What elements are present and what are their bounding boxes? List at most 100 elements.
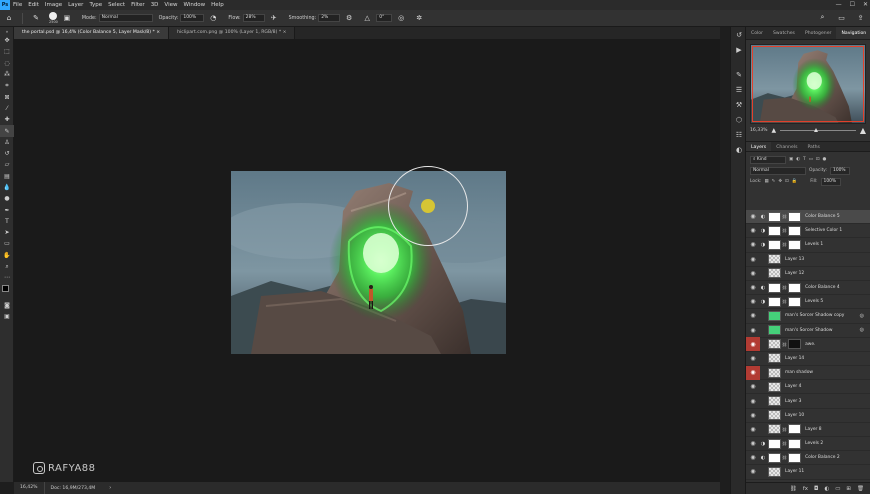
layer-thumbnail[interactable]: [768, 452, 781, 463]
adjustment-layer-icon[interactable]: ◐: [824, 486, 829, 492]
eyedropper-tool-icon[interactable]: ⁄: [0, 103, 14, 114]
visibility-eye-icon[interactable]: ◉: [746, 351, 760, 365]
lock-artboard-icon[interactable]: ⊡: [785, 179, 789, 184]
layer-name[interactable]: Color Balance 5: [805, 214, 840, 219]
marquee-tool-icon[interactable]: ⬚: [0, 46, 14, 57]
status-zoom[interactable]: 16,42%: [14, 482, 45, 494]
layer-thumbnail[interactable]: [768, 268, 781, 279]
filter-adjustment-icon[interactable]: ◐: [796, 157, 800, 162]
mask-link-icon[interactable]: ⛓: [782, 455, 787, 460]
panel-tab-swatches[interactable]: Swatches: [768, 27, 800, 39]
mask-link-icon[interactable]: ⛓: [782, 441, 787, 446]
layer-effects-icon[interactable]: ◎: [860, 313, 864, 319]
fill-field[interactable]: 100%: [820, 177, 841, 186]
blur-tool-icon[interactable]: 💧: [0, 182, 14, 193]
menu-item-help[interactable]: Help: [208, 0, 227, 10]
layer-thumbnail[interactable]: [768, 282, 781, 293]
layer-name[interactable]: Selective Color 1: [805, 228, 842, 233]
layer-name[interactable]: Levels 5: [805, 299, 823, 304]
layer-row[interactable]: ◉ Layer 14: [746, 351, 870, 367]
filter-toggle-icon[interactable]: ●: [823, 157, 827, 162]
workspace-icon[interactable]: ▭: [836, 12, 847, 23]
layer-row[interactable]: ◉ ◐ ⛓ Color Balance 2: [746, 451, 870, 466]
layer-mask-thumbnail[interactable]: [788, 225, 802, 236]
layers-tab-channels[interactable]: Channels: [771, 142, 802, 151]
panel-tab-navigation[interactable]: Navigation: [836, 27, 870, 39]
3d-panel-icon[interactable]: ⬡: [731, 112, 747, 127]
layer-thumbnail[interactable]: [768, 438, 781, 449]
layer-name[interactable]: Layer 4: [785, 384, 801, 389]
color-swatches[interactable]: [0, 284, 14, 300]
layer-name[interactable]: Color Balance 4: [805, 285, 840, 290]
layer-row[interactable]: ◉ man's Sorcer Shadow copy ◎: [746, 309, 870, 324]
delete-layer-icon[interactable]: 🗑: [857, 486, 864, 492]
brush-settings-icon[interactable]: ▣: [61, 12, 73, 24]
history-panel-icon[interactable]: ↺: [731, 27, 747, 42]
layer-mask-thumbnail[interactable]: [788, 296, 802, 307]
layer-name[interactable]: man's Sorcer Shadow copy: [785, 313, 844, 318]
gradient-tool-icon[interactable]: ▤: [0, 171, 14, 182]
dodge-tool-icon[interactable]: ●: [0, 193, 14, 204]
properties-panel-icon[interactable]: ☷: [731, 127, 747, 142]
layer-row[interactable]: ◉ man shadow: [746, 365, 870, 381]
layer-name[interactable]: Levels 2: [805, 441, 823, 446]
stamp-tool-icon[interactable]: ♙: [0, 137, 14, 148]
pressure-opacity-icon[interactable]: ◔: [207, 12, 219, 24]
brush-preset-picker[interactable]: 2500: [45, 12, 58, 24]
layer-thumbnail[interactable]: [768, 254, 781, 265]
layer-thumbnail[interactable]: [768, 239, 781, 250]
layer-thumbnail[interactable]: [768, 381, 781, 392]
layer-name[interactable]: Levels 1: [805, 242, 823, 247]
layer-name[interactable]: Layer 13: [785, 257, 804, 262]
quick-select-tool-icon[interactable]: ⁂: [0, 69, 14, 80]
layer-thumbnail[interactable]: [768, 367, 781, 378]
layer-row[interactable]: ◉ ◑ ⛓ Levels 2: [746, 437, 870, 452]
canvas-area[interactable]: [14, 39, 720, 482]
blend-mode-select[interactable]: Normal: [750, 166, 806, 175]
home-icon[interactable]: ⌂: [3, 12, 15, 24]
lock-all-icon[interactable]: 🔒: [792, 179, 797, 184]
visibility-eye-icon[interactable]: ◉: [746, 437, 760, 451]
visibility-eye-icon[interactable]: ◉: [746, 309, 760, 323]
layer-name[interactable]: man's Sorcer Shadow: [785, 328, 832, 333]
layer-mask-thumbnail[interactable]: [788, 438, 802, 449]
lock-transparent-icon[interactable]: ▦: [765, 179, 769, 184]
visibility-eye-icon[interactable]: ◉: [746, 337, 760, 352]
group-icon[interactable]: ▭: [835, 486, 840, 492]
add-mask-icon[interactable]: ◘: [814, 486, 818, 492]
menu-item-select[interactable]: Select: [105, 0, 128, 10]
smoothing-gear-icon[interactable]: ⚙: [343, 12, 355, 24]
layer-filter-select[interactable]: ⌕ Kind: [750, 155, 786, 164]
layer-thumbnail[interactable]: [768, 353, 781, 364]
smoothing-field[interactable]: 2%: [318, 14, 341, 22]
mask-link-icon[interactable]: ⛓: [782, 285, 787, 290]
layer-row[interactable]: ◉ Layer 13: [746, 253, 870, 267]
adjustments-panel-icon[interactable]: ◐: [731, 142, 747, 157]
layers-tab-paths[interactable]: Paths: [802, 142, 825, 151]
visibility-eye-icon[interactable]: ◉: [746, 238, 760, 252]
close-tab-icon[interactable]: ×: [281, 30, 287, 35]
visibility-eye-icon[interactable]: ◉: [746, 252, 760, 266]
layer-name[interactable]: Layer 10: [785, 413, 804, 418]
layer-thumbnail[interactable]: [768, 410, 781, 421]
menu-item-3d[interactable]: 3D: [148, 0, 162, 10]
brush-tool-icon[interactable]: ✎: [30, 12, 42, 24]
type-tool-icon[interactable]: T: [0, 216, 14, 227]
layer-row[interactable]: ◉ Layer 3: [746, 394, 870, 409]
brush-settings-panel-icon[interactable]: ☰: [731, 82, 747, 97]
layer-row[interactable]: ◉ ◐ ⛓ Color Balance 5: [746, 210, 870, 225]
pressure-size-icon[interactable]: ◎: [395, 12, 407, 24]
maximize-icon[interactable]: ☐: [850, 0, 855, 10]
menu-item-filter[interactable]: Filter: [128, 0, 148, 10]
layer-name[interactable]: Layer 11: [785, 469, 804, 474]
layer-thumbnail[interactable]: [768, 325, 781, 336]
layer-name[interactable]: man shadow: [785, 370, 813, 375]
layer-opacity-field[interactable]: 100%: [830, 166, 851, 175]
filter-pixel-icon[interactable]: ▣: [789, 157, 793, 162]
healing-tool-icon[interactable]: ✚: [0, 114, 14, 125]
navigator-slider-thumb[interactable]: [814, 127, 819, 132]
layer-thumbnail[interactable]: [768, 296, 781, 307]
menu-item-view[interactable]: View: [161, 0, 180, 10]
document-tab[interactable]: the portal.psd @ 16,4% (Color Balance 5,…: [14, 27, 170, 39]
menu-item-layer[interactable]: Layer: [65, 0, 86, 10]
